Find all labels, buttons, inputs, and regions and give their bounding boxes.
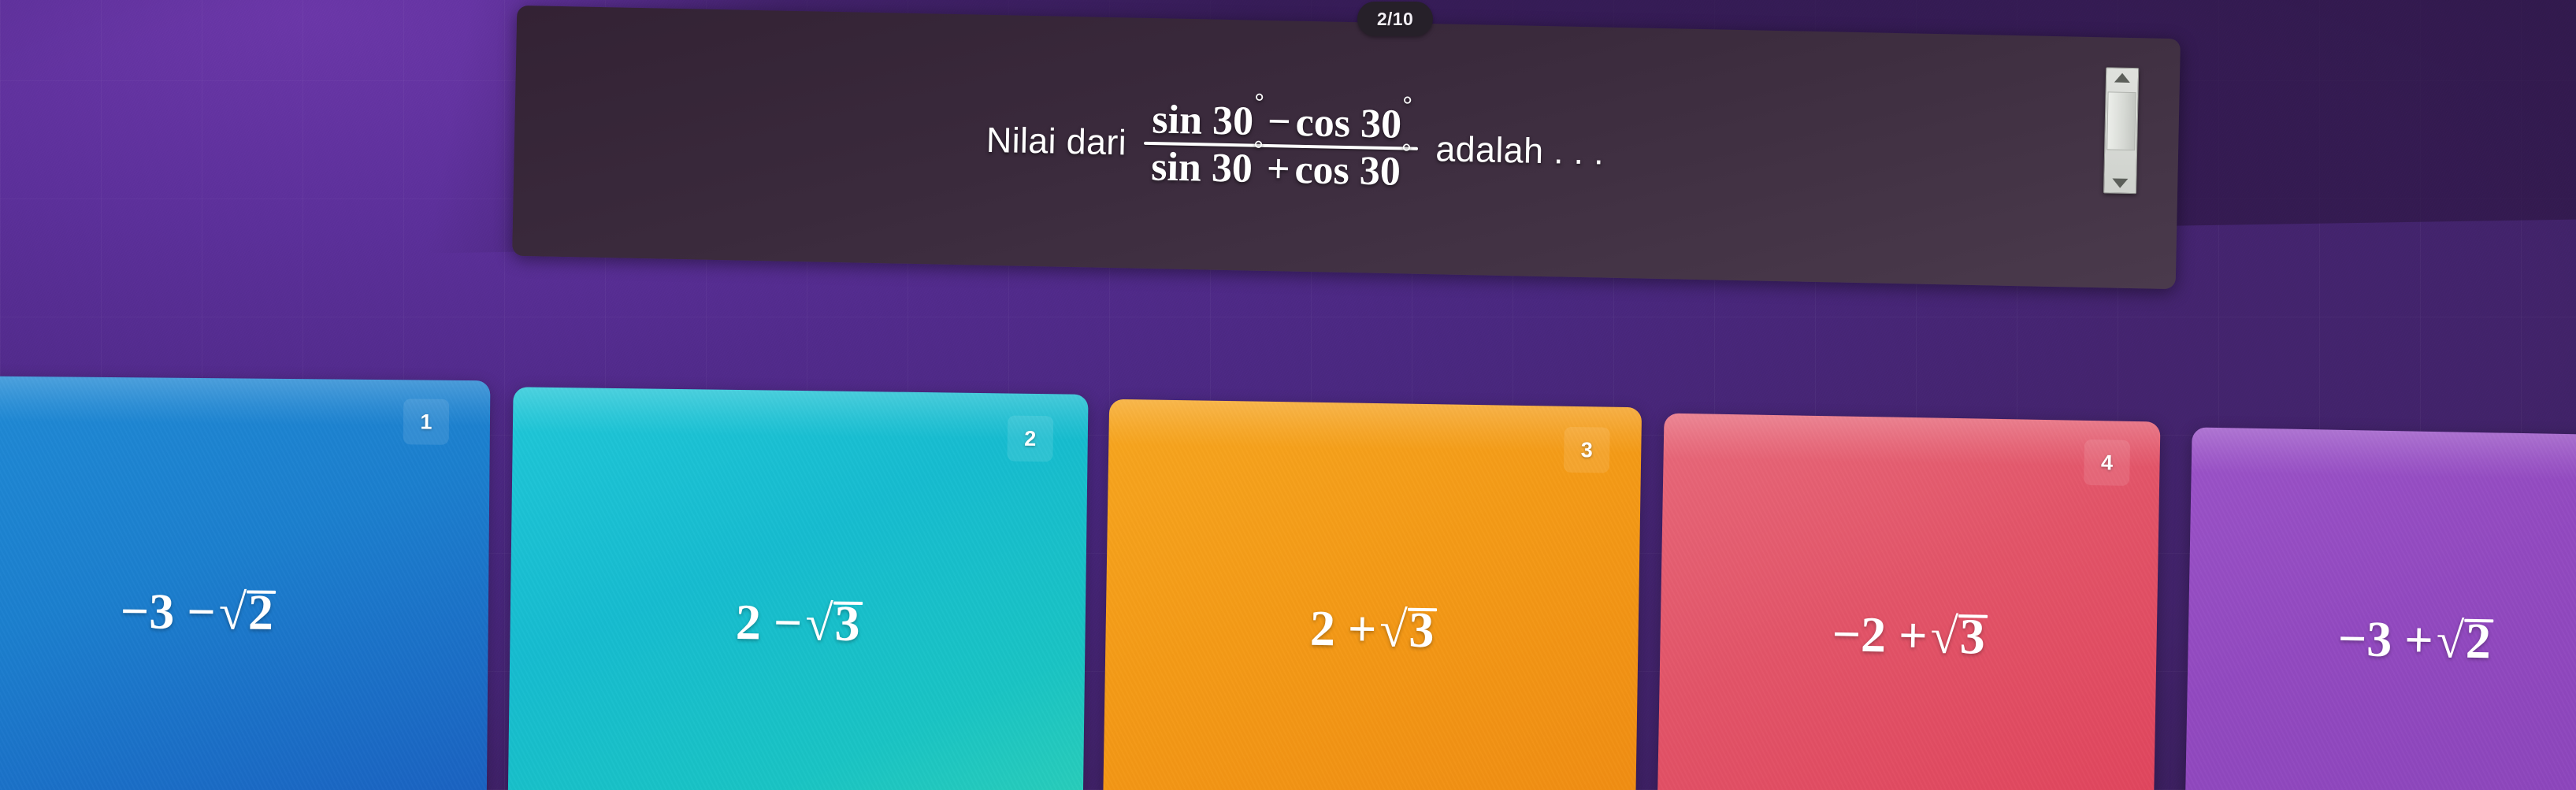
scroll-up-arrow-icon[interactable] bbox=[2114, 72, 2131, 83]
answer-prefix: −3 + bbox=[2337, 610, 2434, 669]
numerator-operator: − bbox=[1267, 98, 1292, 145]
answer-tile-3[interactable]: 3 2 + √ 3 bbox=[1102, 399, 1642, 790]
quiz-screen: 2/10 Nilai dari sin 30°−cos 30° sin 30°+… bbox=[0, 0, 2576, 790]
numerator-sin-degree: ° bbox=[1254, 88, 1264, 115]
question-lead-text: Nilai dari bbox=[985, 119, 1127, 163]
answer-tile-1[interactable]: 1 −3 − √ 2 bbox=[0, 375, 491, 790]
question-scrollbar[interactable] bbox=[2103, 67, 2140, 195]
answer-tile-5[interactable]: 5 −3 + √ 2 bbox=[2184, 427, 2576, 790]
question-content: Nilai dari sin 30°−cos 30° sin 30°+cos 3… bbox=[512, 6, 2181, 289]
progress-counter-badge: 2/10 bbox=[1357, 2, 1433, 36]
radicand: 3 bbox=[1408, 601, 1435, 658]
question-formula-fraction: sin 30°−cos 30° sin 30°+cos 30° bbox=[1143, 88, 1420, 195]
answer-number-badge: 2 bbox=[1007, 415, 1054, 462]
answer-prefix: 2 − bbox=[735, 593, 803, 651]
tile-texture bbox=[507, 387, 1089, 790]
answer-text: −2 + √ 3 bbox=[1660, 603, 2157, 669]
radical-sign: √ bbox=[804, 594, 833, 651]
radicand: 3 bbox=[834, 595, 860, 651]
answer-number-badge: 3 bbox=[1563, 426, 1610, 473]
square-root-icon: √ 3 bbox=[1379, 600, 1435, 658]
answer-prefix: −3 − bbox=[120, 583, 217, 640]
radical-sign: √ bbox=[1930, 607, 1959, 664]
question-card: Nilai dari sin 30°−cos 30° sin 30°+cos 3… bbox=[512, 5, 2181, 290]
square-root-icon: √ 2 bbox=[2436, 611, 2492, 669]
square-root-icon: √ 3 bbox=[1930, 607, 1986, 665]
answer-prefix: −2 + bbox=[1832, 606, 1928, 664]
answer-tile-4[interactable]: 4 −2 + √ 3 bbox=[1657, 413, 2161, 790]
radicand: 2 bbox=[2465, 612, 2492, 669]
numerator-sin-term: sin 30 bbox=[1151, 97, 1254, 144]
tile-sheen bbox=[1108, 399, 1642, 454]
answer-tile-2[interactable]: 2 2 − √ 3 bbox=[507, 387, 1089, 790]
tile-texture bbox=[1102, 399, 1642, 790]
radical-sign: √ bbox=[1379, 600, 1409, 658]
fraction-denominator: sin 30°+cos 30° bbox=[1143, 136, 1419, 195]
numerator-cos-term: cos 30 bbox=[1295, 99, 1402, 147]
radicand: 3 bbox=[1959, 607, 1986, 665]
answer-text: 2 − √ 3 bbox=[510, 590, 1086, 656]
answer-number-badge: 1 bbox=[403, 399, 450, 445]
question-trailing-text: adalah . . . bbox=[1435, 128, 1605, 172]
question-text: Nilai dari sin 30°−cos 30° sin 30°+cos 3… bbox=[985, 88, 1605, 198]
scroll-down-arrow-icon[interactable] bbox=[2112, 178, 2129, 188]
answer-text: 2 + √ 3 bbox=[1105, 596, 1639, 663]
denominator-operator: + bbox=[1266, 147, 1291, 192]
answer-text: −3 − √ 2 bbox=[0, 580, 488, 643]
denominator-cos-term: cos 30 bbox=[1294, 147, 1401, 195]
radicand: 2 bbox=[247, 584, 274, 640]
square-root-icon: √ 2 bbox=[218, 583, 274, 640]
scrollbar-thumb[interactable] bbox=[2106, 91, 2136, 151]
numerator-cos-degree: ° bbox=[1402, 91, 1412, 118]
square-root-icon: √ 3 bbox=[804, 594, 860, 651]
denominator-sin-degree: ° bbox=[1253, 135, 1264, 162]
answer-number-badge: 4 bbox=[2084, 439, 2131, 486]
tile-sheen bbox=[512, 387, 1089, 440]
denominator-cos-degree: ° bbox=[1401, 139, 1412, 165]
progress-counter-label: 2/10 bbox=[1376, 8, 1414, 29]
fraction-numerator: sin 30°−cos 30° bbox=[1144, 88, 1420, 147]
tile-sheen bbox=[2191, 427, 2576, 482]
denominator-sin-term: sin 30 bbox=[1150, 144, 1253, 191]
answer-prefix: 2 + bbox=[1309, 599, 1377, 658]
radical-sign: √ bbox=[218, 583, 247, 640]
radical-sign: √ bbox=[2436, 611, 2465, 669]
answer-text: −3 + √ 2 bbox=[2188, 606, 2576, 673]
